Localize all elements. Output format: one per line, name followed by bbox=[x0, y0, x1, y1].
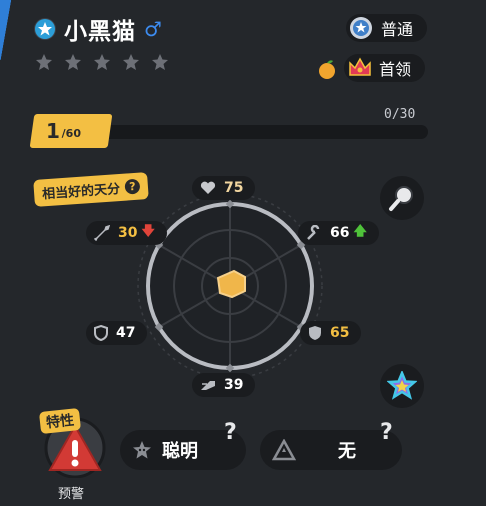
rarity-label: 普通 bbox=[381, 20, 414, 39]
rarity-star-icon bbox=[36, 54, 52, 70]
level-badge: 1 /60 bbox=[29, 114, 113, 148]
rarity-tag: 普通 bbox=[346, 14, 428, 42]
exp-text: 0/30 bbox=[384, 107, 416, 122]
pal-title: 小黑猫 ♂ bbox=[34, 12, 162, 46]
stat-defense-right: 65 bbox=[300, 321, 362, 345]
stat-radar bbox=[137, 193, 323, 379]
window-edge-decoration bbox=[0, 0, 14, 60]
boss-label: 首领 bbox=[379, 60, 412, 79]
passive-star-icon bbox=[133, 441, 151, 459]
pal-name: 小黑猫 bbox=[64, 19, 136, 45]
passive-slot-2-label: 无 bbox=[338, 441, 356, 462]
speed-value: 39 bbox=[224, 377, 244, 393]
heart-icon bbox=[200, 181, 216, 194]
stat-speed: 39 bbox=[192, 373, 256, 397]
stat-hp: 75 bbox=[192, 176, 256, 200]
rarity-stars bbox=[34, 52, 170, 72]
warning-label: 预警 bbox=[58, 487, 85, 502]
stat-work: 66 🡅 bbox=[298, 221, 379, 245]
passive-warning-badge[interactable]: 特性 bbox=[38, 407, 110, 479]
level-max: /60 bbox=[61, 127, 81, 140]
speed-icon bbox=[201, 381, 215, 390]
wrench-icon bbox=[307, 225, 320, 240]
inspect-button[interactable] bbox=[380, 176, 424, 220]
boss-tag: 首领 bbox=[344, 54, 426, 82]
sword-icon bbox=[94, 225, 110, 241]
element-star-icon bbox=[34, 18, 56, 40]
passive-empty-icon bbox=[272, 439, 296, 461]
magnifier-icon bbox=[389, 186, 413, 211]
rarity-star-icon bbox=[123, 54, 139, 70]
work-value: 66 bbox=[330, 225, 350, 241]
hp-value: 75 bbox=[224, 180, 244, 196]
rainbow-star-icon bbox=[387, 371, 417, 400]
arrow-up-icon: 🡅 bbox=[353, 224, 367, 239]
arrow-down-icon: 🡇 bbox=[141, 224, 155, 239]
crown-icon bbox=[349, 57, 371, 76]
level-current: 1 bbox=[46, 119, 60, 143]
passive-slot-1-help[interactable]: ? bbox=[224, 420, 237, 445]
male-icon: ♂ bbox=[144, 17, 162, 41]
passive-slot-1-label: 聪明 bbox=[162, 441, 198, 462]
talent-text: 相当好的天分 bbox=[41, 181, 121, 203]
attack-value: 30 bbox=[118, 225, 138, 241]
passive-slot-2-help[interactable]: ? bbox=[380, 420, 393, 445]
stat-attack: 30 🡇 bbox=[86, 221, 167, 245]
defense-right-value: 65 bbox=[330, 325, 350, 341]
rarity-star-icon bbox=[94, 54, 110, 70]
orange-fruit-icon bbox=[316, 58, 338, 84]
shield-icon bbox=[94, 325, 108, 341]
defense-left-value: 47 bbox=[116, 325, 136, 341]
special-button[interactable] bbox=[380, 364, 424, 408]
exp-bar bbox=[98, 125, 428, 139]
shield-icon bbox=[309, 326, 321, 340]
stat-defense-left: 47 bbox=[86, 321, 148, 345]
rarity-star-icon bbox=[65, 54, 81, 70]
rarity-star-icon bbox=[152, 54, 168, 70]
common-rarity-icon bbox=[350, 17, 372, 39]
passive-section-label: 特性 bbox=[38, 407, 82, 435]
